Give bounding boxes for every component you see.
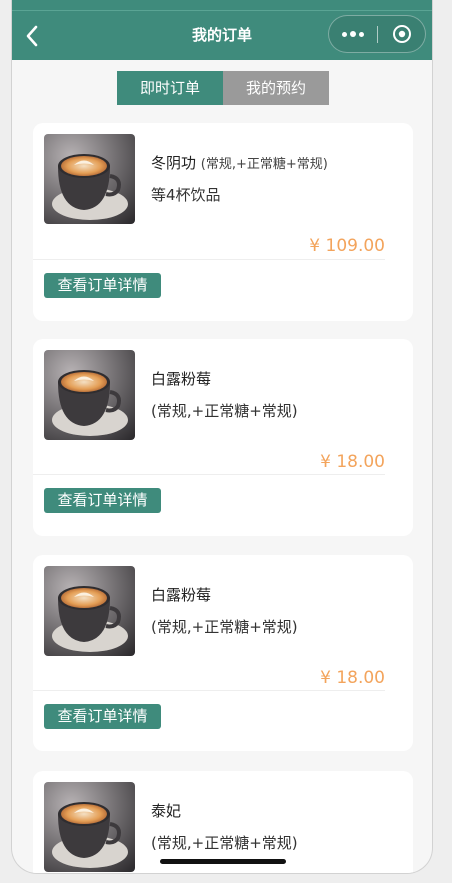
order-item-spec: (常规,+正常糖+常规) (151, 834, 298, 852)
tab-my-reservations[interactable]: 我的预约 (223, 71, 329, 105)
divider (33, 259, 385, 260)
order-item-name: 白露粉莓 (151, 370, 212, 388)
order-card: 白露粉莓 (常规,+正常糖+常规) ¥ 18.00 查看订单详情 (33, 339, 413, 536)
divider (33, 690, 385, 691)
order-card: 冬阴功 (常规,+正常糖+常规) 等4杯饮品 ¥ 109.00 查看订单详情 (33, 123, 413, 321)
order-item-count: 等4杯饮品 (151, 186, 221, 204)
order-price: ¥ 109.00 (309, 236, 385, 256)
order-item-name: 白露粉莓 (151, 586, 212, 604)
view-order-details-button[interactable]: 查看订单详情 (44, 704, 161, 729)
coffee-thumbnail (44, 566, 135, 656)
coffee-thumbnail (44, 134, 135, 224)
more-dots-icon (342, 31, 347, 37)
view-order-details-button[interactable]: 查看订单详情 (44, 488, 161, 513)
coffee-thumbnail (44, 782, 135, 872)
target-circle-icon (393, 25, 411, 43)
divider (33, 474, 385, 475)
order-item-spec: (常规,+正常糖+常规) (200, 157, 328, 172)
order-item-spec: (常规,+正常糖+常规) (151, 402, 298, 420)
order-item-name: 泰妃 (151, 802, 182, 820)
order-card: 白露粉莓 (常规,+正常糖+常规) ¥ 18.00 查看订单详情 (33, 555, 413, 751)
close-mini-program-button[interactable] (378, 16, 426, 52)
mini-program-capsule (328, 15, 426, 53)
order-item-spec: (常规,+正常糖+常规) (151, 618, 298, 636)
phone-frame: 我的订单 即时订单 我的预约 冬阴功 (常规,+正常糖+常规) 等4杯饮品 ¥ … (11, 0, 433, 874)
nav-bar: 我的订单 (12, 11, 432, 60)
home-indicator (160, 859, 286, 864)
order-item-name: 冬阴功 (常规,+正常糖+常规) (151, 154, 328, 172)
order-price: ¥ 18.00 (320, 452, 385, 472)
order-price: ¥ 18.00 (320, 668, 385, 688)
coffee-thumbnail (44, 350, 135, 440)
view-order-details-button[interactable]: 查看订单详情 (44, 273, 161, 298)
more-button[interactable] (329, 16, 377, 52)
status-bar (12, 0, 432, 11)
tab-instant-orders[interactable]: 即时订单 (117, 71, 223, 105)
order-tabs: 即时订单 我的预约 (117, 71, 329, 105)
